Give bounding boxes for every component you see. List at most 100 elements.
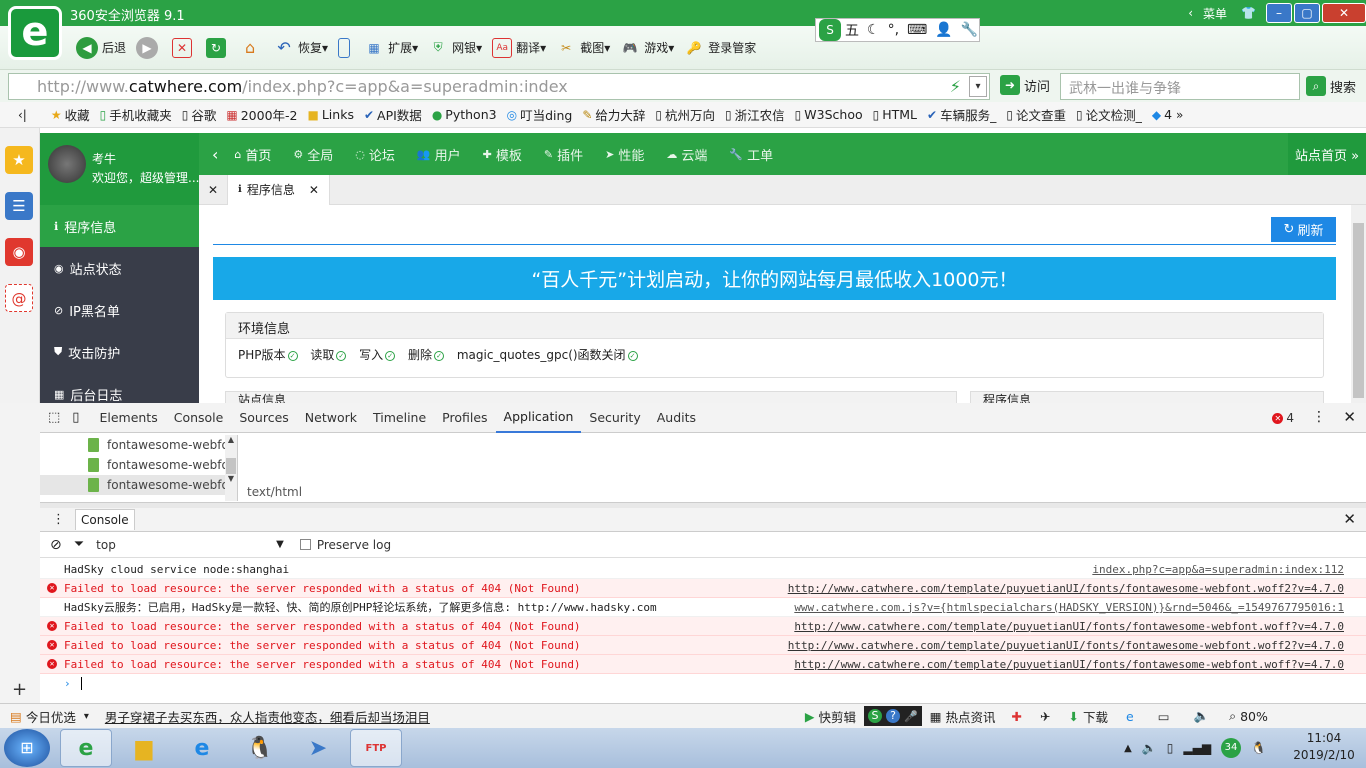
console-source-link[interactable]: http://www.catwhere.com/template/puyueti… — [794, 620, 1344, 633]
system-clock[interactable]: 11:04 2019/2/10 — [1282, 730, 1366, 764]
screenshot-button[interactable]: ✂ 截图 ▾ — [556, 35, 610, 61]
search-button[interactable]: ⌕ 搜索 — [1306, 76, 1356, 96]
taskbar-feishu[interactable]: ➤ — [292, 729, 344, 767]
ie-icon[interactable]: e — [1126, 709, 1134, 724]
ime-mini-toolbar[interactable]: S ? 🎤 — [864, 706, 922, 726]
tree-item[interactable]: fontawesome-webfon — [40, 455, 237, 475]
nav-cloud[interactable]: ☁ 云端 — [666, 133, 707, 175]
bookmark-item[interactable]: ▯ 杭州万向 — [655, 105, 715, 124]
menu-item-site-status[interactable]: ◉ 站点状态 — [40, 247, 199, 289]
tab-program-info[interactable]: ℹ 程序信息 ✕ — [227, 174, 330, 205]
arrow-left-icon[interactable]: ‹ — [1188, 6, 1193, 20]
devtools-tab-timeline[interactable]: Timeline — [365, 403, 434, 433]
tree-item[interactable]: fontawesome-webfon — [40, 435, 237, 455]
close-all-tabs-icon[interactable]: ✕ — [199, 183, 227, 197]
download-label[interactable]: 下载 — [1083, 707, 1108, 726]
keyboard-icon[interactable]: ⌨ — [907, 22, 927, 38]
plus-icon[interactable]: ✚ — [1012, 709, 1022, 724]
close-drawer-icon[interactable]: ✕ — [1343, 510, 1356, 528]
hot-news-label[interactable]: 热点资讯 — [946, 707, 996, 726]
devtools-tab-sources[interactable]: Sources — [231, 403, 296, 433]
search-input[interactable]: 武林一出谁与争锋 — [1060, 73, 1300, 100]
nav-users[interactable]: 👥 用户 — [417, 133, 461, 175]
games-button[interactable]: 🎮 游戏 ▾ — [620, 35, 675, 61]
console-source-link[interactable]: http://www.catwhere.com/template/puyueti… — [794, 658, 1344, 671]
devtools-tab-audits[interactable]: Audits — [649, 403, 704, 433]
mail-icon[interactable]: @ — [5, 284, 33, 312]
home-button[interactable]: ⌂ — [240, 35, 264, 61]
bookmark-item[interactable]: ✔ API数据 — [364, 105, 422, 124]
bookmark-favorites[interactable]: ★ 收藏 — [51, 105, 90, 124]
mobile-button[interactable] — [338, 35, 354, 61]
bookmark-item[interactable]: ▯ HTML — [873, 107, 917, 122]
devtools-tab-elements[interactable]: Elements — [91, 403, 165, 433]
close-devtools-icon[interactable]: ✕ — [1343, 408, 1356, 426]
tree-scroll-thumb[interactable] — [226, 458, 236, 474]
error-counter[interactable]: ✕ 4 — [1272, 411, 1294, 425]
bookmark-item[interactable]: ▯ 浙江农信 — [725, 105, 785, 124]
wrench-icon[interactable]: 🔧 — [961, 22, 978, 38]
url-input[interactable]: http://www. catwhere.com/index.php?c=app&… — [8, 73, 990, 100]
user-tray-icon[interactable]: 🐧 — [1251, 741, 1266, 755]
taskbar-ftp[interactable]: FTP — [350, 729, 402, 767]
console-drawer-tab[interactable]: Console — [75, 509, 135, 530]
menu-label[interactable]: 菜单 — [1203, 5, 1227, 22]
weibo-icon[interactable]: ◉ — [5, 238, 33, 266]
today-picks-label[interactable]: 今日优选 — [26, 707, 76, 726]
collapse-menu-icon[interactable]: ‹ — [212, 145, 218, 164]
drawer-menu-icon[interactable]: ⋮ — [52, 512, 65, 527]
menu-item-ip-blacklist[interactable]: ⊘ IP黑名单 — [40, 289, 199, 331]
usb-icon[interactable]: ▯ — [1167, 741, 1174, 755]
nav-global[interactable]: ⚙ 全局 — [293, 133, 333, 175]
devtools-tab-network[interactable]: Network — [297, 403, 365, 433]
devtools-tab-application[interactable]: Application — [495, 403, 582, 433]
stop-button[interactable]: ✕ — [172, 35, 196, 61]
console-source-link[interactable]: index.php?c=app&a=superadmin:index:112 — [1092, 563, 1344, 576]
tree-scrollbar[interactable]: ▲ ▼ — [225, 435, 237, 501]
chevron-down-icon[interactable]: ▾ — [84, 711, 89, 722]
close-button[interactable]: ✕ — [1322, 3, 1366, 23]
netbank-button[interactable]: ⛨ 网银 ▾ — [428, 35, 483, 61]
bookmark-item[interactable]: ✔ 车辆服务_ — [927, 105, 996, 124]
network-icon[interactable]: ▂▄▆ — [1183, 741, 1211, 755]
restore-button[interactable]: ↶ 恢复 ▾ — [274, 35, 328, 61]
news-icon[interactable]: ☰ — [5, 192, 33, 220]
nav-templates[interactable]: ✚ 模板 — [483, 133, 522, 175]
login-manager-button[interactable]: 🔑 登录管家 — [684, 35, 757, 61]
taskbar-qq[interactable]: 🐧 — [234, 729, 286, 767]
preserve-log-checkbox[interactable] — [299, 539, 311, 550]
devtools-tab-security[interactable]: Security — [581, 403, 648, 433]
bookmark-item[interactable]: ✎ 给力大辞 — [582, 105, 645, 124]
nav-tickets[interactable]: 🔧 工单 — [729, 133, 773, 175]
nav-forum[interactable]: ◌ 论坛 — [355, 133, 395, 175]
quick-cut-label[interactable]: 快剪辑 — [818, 707, 856, 726]
punct-icon[interactable]: °, — [888, 22, 899, 38]
skin-icon[interactable]: 👕 — [1241, 6, 1256, 20]
devtools-tab-profiles[interactable]: Profiles — [434, 403, 495, 433]
browser-logo[interactable]: e — [8, 6, 62, 60]
window-icon[interactable]: ▭ — [1158, 709, 1170, 724]
clear-console-icon[interactable]: ⊘ — [50, 537, 62, 553]
user-icon[interactable]: 👤 — [935, 22, 952, 38]
scroll-thumb[interactable] — [1353, 223, 1364, 398]
bookmark-item[interactable]: ▯ 手机收藏夹 — [100, 105, 172, 124]
zoom-level[interactable]: 80% — [1240, 709, 1268, 724]
bookmark-item[interactable]: ▦ 2000年-2 — [226, 105, 297, 124]
inspect-icon[interactable]: ⬚ — [48, 410, 60, 425]
console-source-link[interactable]: http://www.catwhere.com/template/puyueti… — [788, 639, 1344, 652]
taskbar-ie[interactable]: e — [176, 729, 228, 767]
back-button[interactable]: ◀ 后退 — [76, 35, 126, 61]
dropdown-icon[interactable]: ▾ — [969, 76, 987, 97]
console-source-link[interactable]: www.catwhere.com.js?v={htmlspecialchars(… — [794, 601, 1344, 614]
lightning-icon[interactable]: ⚡ — [950, 77, 961, 96]
nav-plugins[interactable]: ✎ 插件 — [544, 133, 583, 175]
bookmark-item[interactable]: ● Python3 — [432, 107, 497, 122]
start-button[interactable]: ⊞ — [4, 729, 50, 767]
moon-icon[interactable]: ☾ — [867, 22, 880, 38]
menu-item-program-info[interactable]: ℹ 程序信息 — [40, 205, 199, 247]
site-home-link[interactable]: 站点首页 » — [1288, 133, 1366, 175]
page-scrollbar[interactable] — [1351, 205, 1366, 403]
console-source-link[interactable]: http://www.catwhere.com/template/puyueti… — [788, 582, 1344, 595]
close-tab-icon[interactable]: ✕ — [309, 183, 319, 197]
reload-button[interactable]: ↻ — [206, 35, 230, 61]
